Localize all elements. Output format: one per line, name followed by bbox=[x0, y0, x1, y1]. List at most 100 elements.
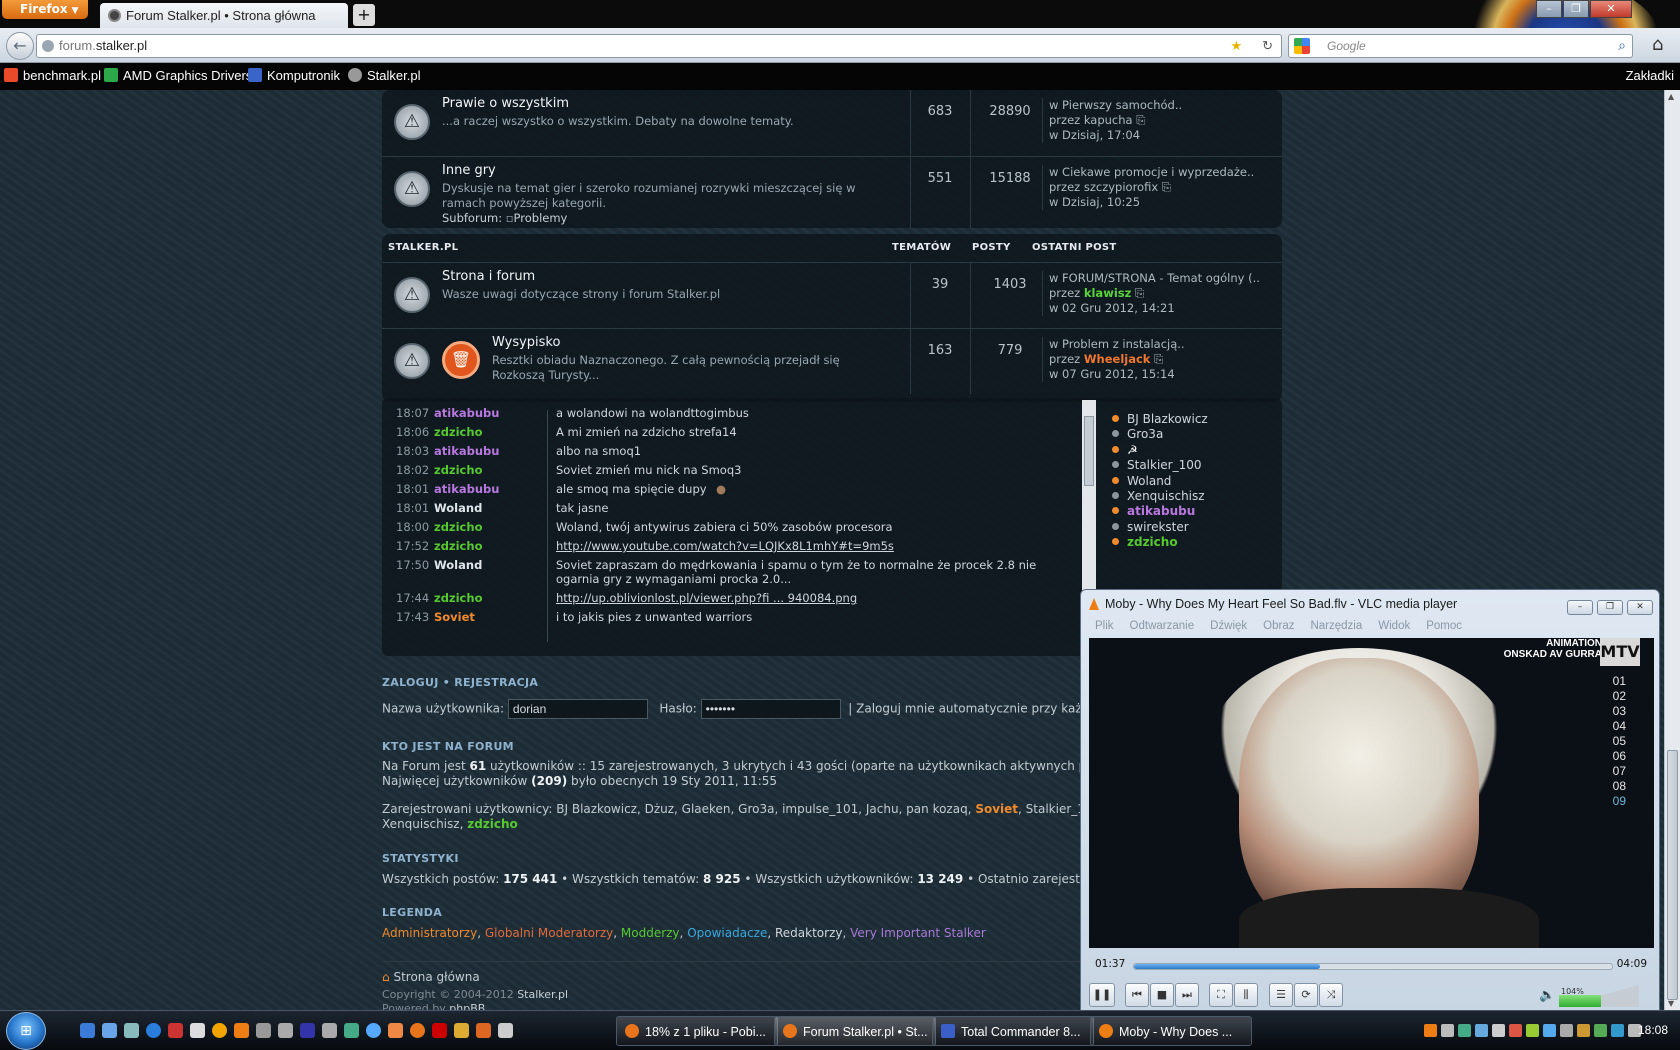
bookmark-benchmark[interactable]: benchmark.pl bbox=[4, 68, 101, 83]
google-icon[interactable] bbox=[1294, 38, 1310, 54]
tray-icon[interactable] bbox=[1594, 1024, 1607, 1037]
back-button[interactable]: ← bbox=[6, 32, 34, 60]
last-post-author-link[interactable]: kapucha bbox=[1084, 113, 1133, 127]
user-link[interactable]: Soviet bbox=[975, 802, 1018, 816]
quicklaunch-icon[interactable] bbox=[498, 1023, 513, 1038]
tray-icon[interactable] bbox=[1543, 1024, 1556, 1037]
shuffle-button[interactable]: ⤨ bbox=[1319, 983, 1343, 1007]
firefox-menu-button[interactable]: Firefox ▼ bbox=[2, 0, 88, 19]
bookmark-stalker[interactable]: Stalker.pl bbox=[348, 68, 420, 83]
extended-settings-button[interactable]: ⫼ bbox=[1234, 983, 1258, 1007]
steam-icon[interactable] bbox=[322, 1023, 337, 1038]
next-button[interactable]: ⏭ bbox=[1175, 983, 1199, 1007]
tray-icon[interactable] bbox=[1560, 1024, 1573, 1037]
taskbar-item-vlc[interactable]: Moby - Why Does ... bbox=[1090, 1016, 1252, 1046]
message-author[interactable]: atikabubu bbox=[434, 406, 544, 420]
vlc-menu-item[interactable]: Pomoc bbox=[1426, 620, 1462, 632]
user-link[interactable]: zdzicho bbox=[467, 817, 518, 831]
quicklaunch-icon[interactable] bbox=[476, 1023, 491, 1038]
volume-speaker-icon[interactable]: 🔈 bbox=[1539, 988, 1555, 1003]
login-link[interactable]: ZALOGUJ bbox=[382, 676, 439, 689]
quicklaunch-icon[interactable] bbox=[102, 1023, 117, 1038]
tray-icon[interactable] bbox=[1577, 1024, 1590, 1037]
message-author[interactable]: atikabubu bbox=[434, 444, 544, 458]
username-field[interactable] bbox=[507, 699, 648, 719]
last-post-author-link[interactable]: szczypiorofix bbox=[1084, 180, 1158, 194]
quicklaunch-icon[interactable] bbox=[278, 1023, 293, 1038]
bookmarks-menu-button[interactable]: Zakładki bbox=[1626, 68, 1674, 83]
message-author[interactable]: zdzicho bbox=[434, 591, 544, 605]
tray-icon[interactable] bbox=[1526, 1024, 1539, 1037]
quicklaunch-icon[interactable] bbox=[344, 1023, 359, 1038]
copyright-link[interactable]: Stalker.pl bbox=[517, 988, 568, 1001]
message-author[interactable]: Woland bbox=[434, 558, 544, 572]
online-user[interactable]: swirekster bbox=[1112, 520, 1189, 534]
home-icon[interactable]: ⌂ bbox=[1652, 34, 1663, 55]
quicklaunch-icon[interactable] bbox=[124, 1023, 139, 1038]
message-author[interactable]: Woland bbox=[434, 501, 544, 515]
legend-group-link[interactable]: Opowiadacze bbox=[687, 926, 767, 940]
legend-group-link[interactable]: Globalni Moderatorzy bbox=[485, 926, 613, 940]
quicklaunch-icon[interactable] bbox=[300, 1023, 315, 1038]
scroll-up-icon[interactable]: ▲ bbox=[1668, 92, 1674, 101]
maximize-button[interactable]: ❐ bbox=[1563, 0, 1589, 18]
taskbar-clock[interactable]: 18:08 bbox=[1638, 1023, 1668, 1037]
search-input[interactable]: Google ⌕ bbox=[1288, 34, 1633, 58]
quicklaunch-icon[interactable] bbox=[366, 1023, 381, 1038]
vlc-menu-item[interactable]: Widok bbox=[1378, 620, 1410, 632]
loop-button[interactable]: ⟳ bbox=[1294, 983, 1318, 1007]
quicklaunch-icon[interactable] bbox=[80, 1023, 95, 1038]
forum-title-link[interactable]: Inne gry bbox=[442, 163, 496, 178]
reload-icon[interactable]: ↻ bbox=[1262, 38, 1273, 53]
view-latest-post-icon[interactable]: ⎘ bbox=[1154, 352, 1163, 366]
new-tab-button[interactable]: + bbox=[353, 4, 375, 26]
vlc-maximize-button[interactable]: ❐ bbox=[1597, 600, 1623, 615]
scrollbar-thumb[interactable] bbox=[1667, 750, 1678, 1000]
online-user[interactable]: zdzicho bbox=[1112, 535, 1178, 549]
online-user[interactable]: ☭ bbox=[1112, 443, 1138, 457]
legend-group-link[interactable]: Redaktorzy bbox=[775, 926, 842, 940]
network-icon[interactable] bbox=[1611, 1024, 1624, 1037]
online-user[interactable]: atikabubu bbox=[1112, 504, 1195, 518]
last-post-topic-link[interactable]: w Problem z instalacją.. bbox=[1049, 337, 1185, 351]
scrollbar-thumb[interactable] bbox=[1084, 416, 1094, 486]
tab-forum-stalker[interactable]: Forum Stalker.pl • Strona główna bbox=[100, 3, 348, 28]
taskbar-item-forum[interactable]: Forum Stalker.pl • St... bbox=[774, 1016, 936, 1046]
tray-icon[interactable] bbox=[1441, 1024, 1454, 1037]
forum-title-link[interactable]: Wysypisko bbox=[492, 335, 560, 350]
online-user[interactable]: Xenquischisz bbox=[1112, 489, 1205, 503]
legend-group-link[interactable]: Very Important Stalker bbox=[850, 926, 986, 940]
message-author[interactable]: zdzicho bbox=[434, 425, 544, 439]
site-identity-icon[interactable] bbox=[42, 40, 54, 52]
vlc-menu-item[interactable]: Narzędzia bbox=[1310, 620, 1362, 632]
quicklaunch-icon[interactable] bbox=[454, 1023, 469, 1038]
video-frame[interactable]: ANIMATION ONSKAD AV GURRA MTV 01 02 03 04 05 0… bbox=[1089, 638, 1654, 948]
seek-bar[interactable] bbox=[1133, 963, 1613, 970]
home-link[interactable]: Strona główna bbox=[393, 970, 479, 984]
subforum-link[interactable]: Problemy bbox=[514, 211, 568, 225]
address-bar[interactable]: forum.stalker.pl ★ ↻ bbox=[36, 34, 1282, 58]
bookmark-amd[interactable]: AMD Graphics Drivers bbox=[104, 68, 252, 83]
last-post-author-link[interactable]: klawisz bbox=[1084, 286, 1131, 300]
quicklaunch-icon[interactable] bbox=[190, 1023, 205, 1038]
quicklaunch-icon[interactable] bbox=[388, 1023, 403, 1038]
message-author[interactable]: atikabubu bbox=[434, 482, 544, 496]
online-user[interactable]: Stalkier_100 bbox=[1112, 458, 1202, 472]
tray-icon[interactable] bbox=[1475, 1024, 1488, 1037]
legend-group-link[interactable]: Administratorzy bbox=[382, 926, 477, 940]
bookmark-star-icon[interactable]: ★ bbox=[1230, 38, 1242, 53]
fullscreen-button[interactable]: ⛶ bbox=[1209, 983, 1233, 1007]
search-icon[interactable]: ⌕ bbox=[1618, 37, 1626, 54]
online-user[interactable]: BJ Blazkowicz bbox=[1112, 412, 1208, 426]
tray-icon[interactable] bbox=[1424, 1024, 1437, 1037]
firefox-icon[interactable] bbox=[410, 1023, 425, 1038]
auto-login-label[interactable]: | Zaloguj mnie automatycznie przy każd bbox=[848, 702, 1089, 716]
start-button[interactable]: ⊞ bbox=[6, 1012, 46, 1050]
message-author[interactable]: zdzicho bbox=[434, 520, 544, 534]
category-title-link[interactable]: STALKER.PL bbox=[388, 242, 458, 253]
view-latest-post-icon[interactable]: ⎘ bbox=[1162, 180, 1171, 194]
taskbar-item-total-commander[interactable]: Total Commander 8... bbox=[932, 1016, 1094, 1046]
tray-icon[interactable] bbox=[1509, 1024, 1522, 1037]
close-window-button[interactable]: ✕ bbox=[1590, 0, 1632, 18]
pause-button[interactable]: ❚❚ bbox=[1089, 983, 1115, 1007]
